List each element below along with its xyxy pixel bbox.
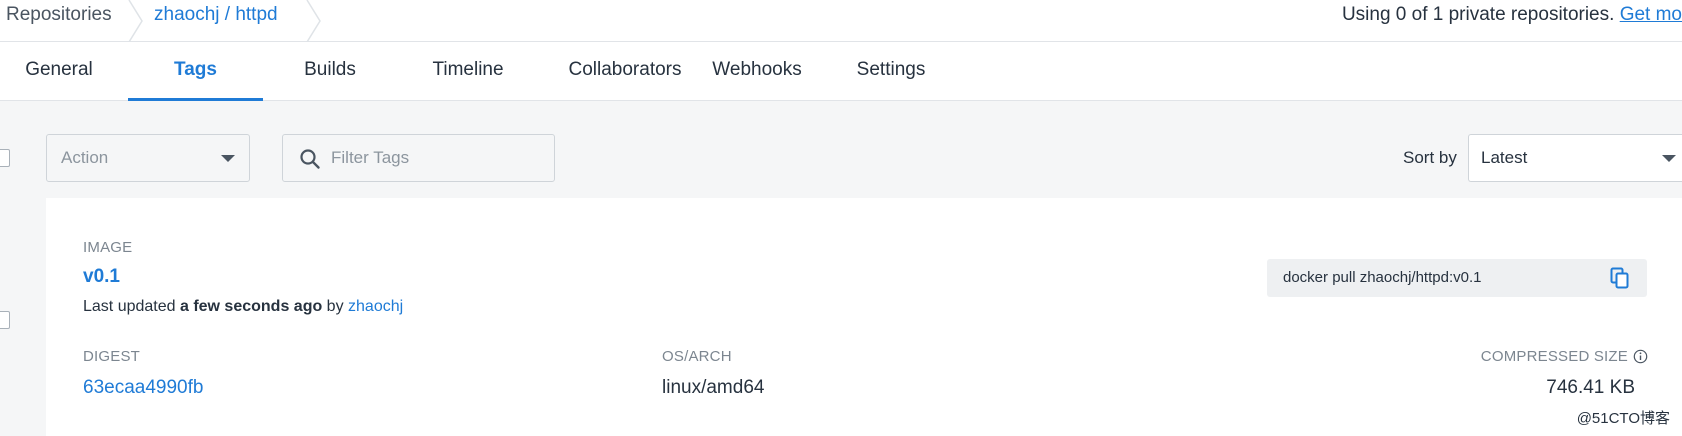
compressed-size-heading: COMPRESSED SIZE (1382, 348, 1682, 365)
search-icon (299, 148, 321, 170)
breadcrumb-repo-link[interactable]: zhaochj / httpd (154, 0, 278, 42)
updated-by-user-link[interactable]: zhaochj (348, 298, 403, 315)
tab-tags[interactable]: Tags (128, 42, 263, 101)
sort-dropdown[interactable]: Latest (1468, 134, 1682, 182)
tab-settings[interactable]: Settings (848, 42, 934, 101)
tag-row-checkbox[interactable] (0, 311, 10, 329)
action-dropdown-label: Action (61, 148, 109, 167)
breadcrumb-separator-icon (306, 0, 322, 42)
tab-webhooks[interactable]: Webhooks (705, 42, 809, 101)
os-arch-heading: OS/ARCH (662, 348, 732, 365)
filter-tags-input[interactable] (331, 143, 541, 173)
tab-builds[interactable]: Builds (280, 42, 380, 101)
compressed-size-value: 746.41 KB (1546, 377, 1635, 398)
last-updated-text: Last updated a few seconds ago by zhaoch… (83, 298, 403, 316)
breadcrumb-repositories-link[interactable]: Repositories (6, 0, 112, 42)
watermark-text: @51CTO博客 (1576, 410, 1670, 427)
os-arch-value: linux/amd64 (662, 377, 765, 398)
usage-text: Using 0 of 1 private repositories. (1341, 4, 1620, 25)
tag-card: IMAGE v0.1 Last updated a few seconds ag… (46, 198, 1682, 436)
select-all-checkbox[interactable] (0, 149, 10, 167)
docker-pull-command: docker pull zhaochj/httpd:v0.1 (1267, 259, 1647, 297)
image-heading: IMAGE (83, 239, 133, 256)
filter-tags-field[interactable] (282, 134, 555, 182)
tag-name-link[interactable]: v0.1 (83, 266, 120, 288)
sort-dropdown-value: Latest (1481, 148, 1528, 167)
tab-timeline[interactable]: Timeline (418, 42, 518, 101)
info-icon[interactable] (1633, 349, 1648, 364)
copy-icon[interactable] (1609, 267, 1631, 289)
digest-heading: DIGEST (83, 348, 141, 365)
updated-prefix: Last updated (83, 298, 180, 315)
tab-collaborators[interactable]: Collaborators (548, 42, 702, 101)
pull-command-text: docker pull zhaochj/httpd:v0.1 (1283, 269, 1482, 286)
sort-by-label: Sort by (1403, 148, 1457, 167)
repo-tabs: General Tags Builds Timeline Collaborato… (0, 42, 1682, 101)
updated-by-prefix: by (322, 298, 349, 315)
get-more-link[interactable]: Get mo (1620, 4, 1682, 25)
caret-down-icon (221, 155, 235, 162)
private-repo-usage: Using 0 of 1 private repositories. Get m… (1342, 0, 1682, 30)
updated-when: a few seconds ago (179, 298, 323, 315)
action-dropdown[interactable]: Action (46, 134, 250, 182)
caret-down-icon (1662, 155, 1676, 162)
tab-general[interactable]: General (0, 42, 118, 101)
breadcrumb-bar: Repositories zhaochj / httpd Using 0 of … (0, 0, 1682, 42)
compressed-size-label: COMPRESSED SIZE (1480, 348, 1628, 365)
digest-link[interactable]: 63ecaa4990fb (83, 377, 203, 399)
breadcrumb-separator-icon (128, 0, 144, 42)
